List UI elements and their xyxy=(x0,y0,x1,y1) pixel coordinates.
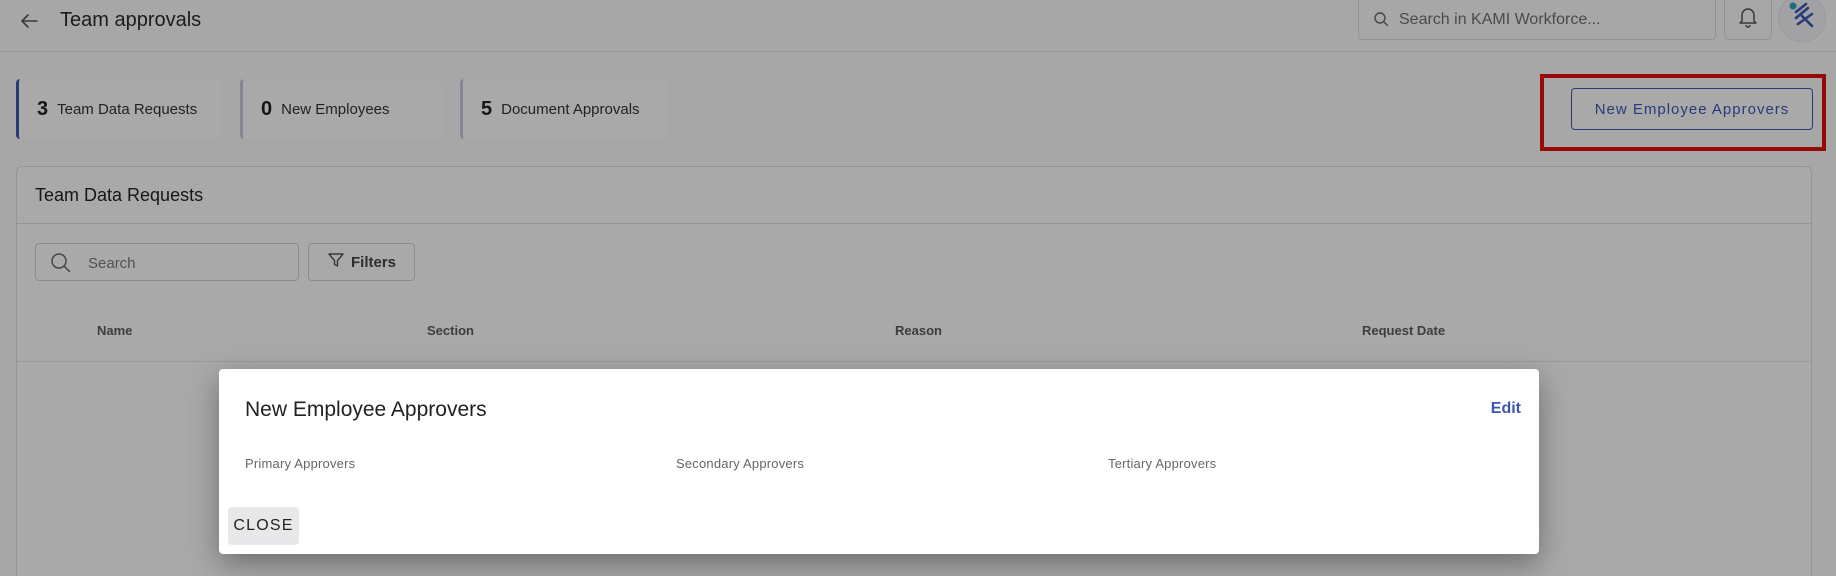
close-button[interactable]: CLOSE xyxy=(228,507,299,545)
primary-approvers-label: Primary Approvers xyxy=(245,456,356,471)
new-employee-approvers-dialog: New Employee Approvers Edit Primary Appr… xyxy=(219,369,1539,554)
tertiary-approvers-label: Tertiary Approvers xyxy=(1108,456,1217,471)
app-root: Team approvals 3 Team Data Requests 0 Ne… xyxy=(0,0,1836,576)
edit-link[interactable]: Edit xyxy=(1491,400,1521,418)
secondary-approvers-label: Secondary Approvers xyxy=(676,456,805,471)
dialog-title: New Employee Approvers xyxy=(245,398,487,421)
